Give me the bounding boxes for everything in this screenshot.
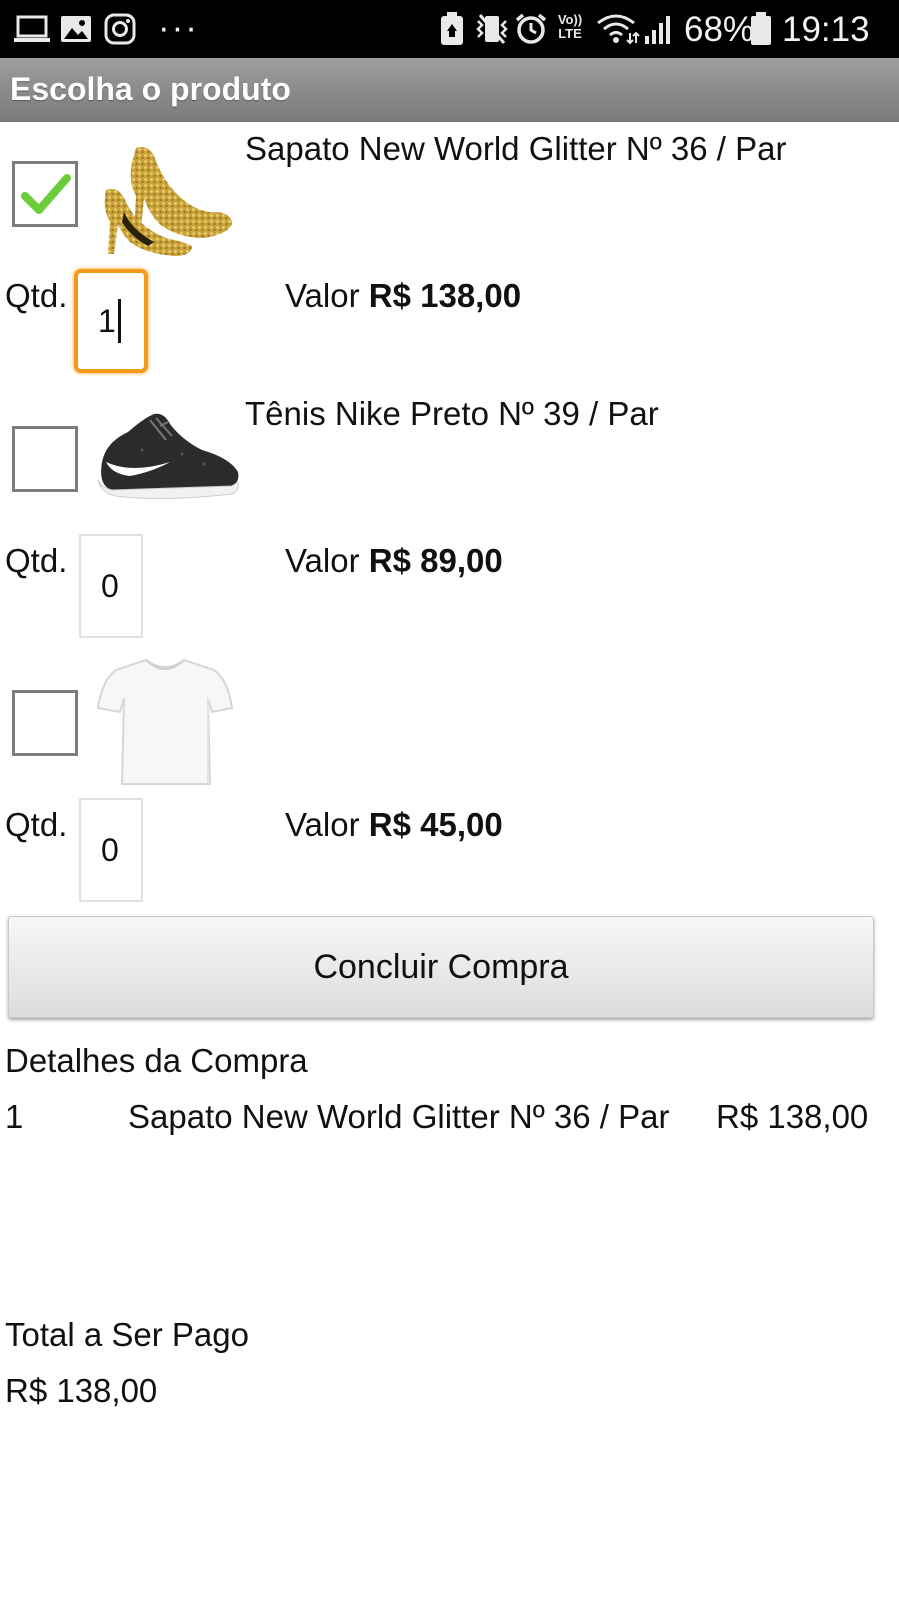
product-3-price: R$ 45,00 <box>368 806 503 843</box>
details-row-name: Sapato New World Glitter Nº 36 / Par <box>128 1098 670 1135</box>
clock: 19:13 <box>782 10 870 49</box>
total-value: R$ 138,00 <box>5 1372 158 1409</box>
product-3-checkbox[interactable] <box>12 690 78 756</box>
instagram-icon <box>104 13 136 45</box>
vibrate-icon <box>474 14 510 44</box>
product-3-qty-label: Qtd. <box>5 806 68 843</box>
product-2-valor: Valor R$ 89,00 <box>285 542 503 579</box>
volte-icon: Vo)) LTE <box>557 12 583 41</box>
more-icon: ··· <box>158 8 199 47</box>
image-icon <box>60 14 92 44</box>
product-2-qty-label: Qtd. <box>5 542 68 579</box>
wifi-icon <box>596 14 640 45</box>
product-1-valor: Valor R$ 138,00 <box>285 277 522 314</box>
page-title: Escolha o produto <box>10 71 291 107</box>
product-2-image <box>92 410 242 509</box>
product-1-checkbox[interactable] <box>12 161 78 227</box>
details-row-price: R$ 138,00 <box>716 1098 869 1135</box>
details-row-qty: 1 <box>5 1098 24 1135</box>
battery-saver-icon <box>440 12 464 45</box>
product-2-name: Tênis Nike Preto Nº 39 / Par <box>245 395 659 432</box>
status-bar: ··· Vo)) LTE 68% 19:13 <box>0 0 899 58</box>
product-3-image <box>96 656 234 793</box>
product-3-qty-input[interactable]: 0 <box>79 798 143 902</box>
details-heading: Detalhes da Compra <box>5 1042 308 1079</box>
checkmark-icon <box>21 174 71 214</box>
concluir-compra-button[interactable]: Concluir Compra <box>8 916 874 1018</box>
product-2-qty-input[interactable]: 0 <box>79 534 143 638</box>
text-caret <box>117 299 121 343</box>
title-bar: Escolha o produto <box>0 58 899 122</box>
product-1-name: Sapato New World Glitter Nº 36 / Par <box>245 130 787 167</box>
alarm-icon <box>514 13 548 44</box>
product-1-qty-input[interactable]: 1 <box>74 269 148 373</box>
signal-icon <box>644 14 672 44</box>
product-1-price: R$ 138,00 <box>368 277 522 314</box>
battery-icon <box>750 12 772 45</box>
product-3-valor: Valor R$ 45,00 <box>285 806 503 843</box>
product-1-qty-label: Qtd. <box>5 277 68 314</box>
total-label: Total a Ser Pago <box>5 1316 249 1353</box>
product-2-checkbox[interactable] <box>12 426 78 492</box>
laptop-icon <box>14 14 50 44</box>
product-2-price: R$ 89,00 <box>368 542 503 579</box>
battery-percent: 68% <box>684 10 755 49</box>
product-1-image <box>96 142 236 265</box>
